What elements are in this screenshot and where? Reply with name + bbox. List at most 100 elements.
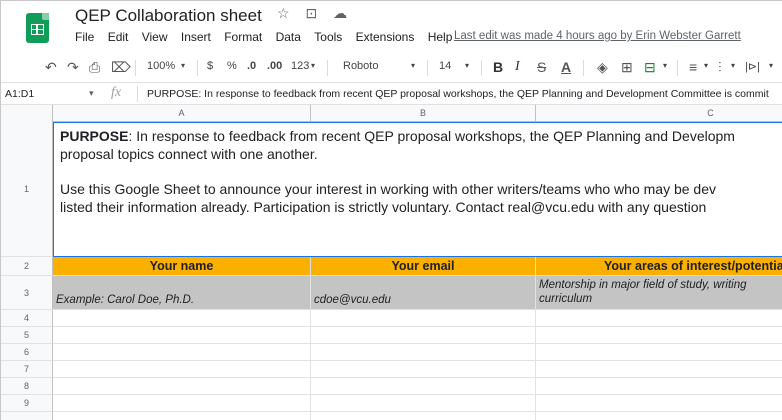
decrease-decimal-button[interactable]: .0 [247, 60, 256, 72]
menu-data[interactable]: Data [276, 30, 301, 44]
menu-insert[interactable]: Insert [181, 30, 211, 44]
name-box[interactable]: A1:D1 [5, 88, 34, 100]
borders-icon[interactable]: ⊞ [621, 59, 633, 76]
cloud-status-icon[interactable]: ☁ [333, 5, 347, 22]
example-cell-email[interactable]: cdoe@vcu.edu [311, 276, 536, 310]
empty-cell[interactable] [311, 344, 536, 361]
menu-edit[interactable]: Edit [108, 30, 129, 44]
row-header-4[interactable]: 4 [1, 310, 53, 327]
redo-icon[interactable]: ↷ [67, 59, 79, 76]
header-cell-email[interactable]: Your email [311, 257, 536, 276]
fill-color-icon[interactable]: ◈ [597, 59, 608, 76]
text-wrapping-icon[interactable]: |⊳| [745, 60, 760, 73]
example-cell-name[interactable]: Example: Carol Doe, Ph.D. [53, 276, 311, 310]
font-family-dropdown-icon[interactable]: ▾ [411, 61, 415, 70]
name-box-dropdown-icon[interactable]: ▾ [89, 88, 94, 99]
menu-view[interactable]: View [142, 30, 168, 44]
menu-extensions[interactable]: Extensions [356, 30, 415, 44]
menu-bar: File Edit View Insert Format Data Tools … [75, 30, 462, 44]
menu-help[interactable]: Help [428, 30, 453, 44]
empty-cell[interactable] [536, 378, 782, 395]
row-header-10[interactable] [1, 412, 53, 420]
example-areas-line-1: Mentorship in major field of study, writ… [539, 279, 747, 291]
empty-cell[interactable] [311, 327, 536, 344]
document-title[interactable]: QEP Collaboration sheet [75, 6, 262, 26]
column-header-c[interactable]: C [536, 105, 782, 122]
empty-cell[interactable] [53, 310, 311, 327]
empty-cell[interactable] [53, 378, 311, 395]
empty-cell[interactable] [53, 412, 311, 420]
merge-dropdown-icon[interactable]: ▾ [663, 61, 667, 70]
italic-button[interactable]: I [515, 59, 520, 75]
empty-cell[interactable] [53, 327, 311, 344]
column-header-a[interactable]: A [53, 105, 311, 122]
empty-cell[interactable] [536, 412, 782, 420]
menu-file[interactable]: File [75, 30, 94, 44]
row-header-2[interactable]: 2 [1, 257, 53, 276]
empty-cell[interactable] [536, 344, 782, 361]
paint-format-icon[interactable]: ⌦ [111, 59, 131, 76]
number-format-dropdown-icon[interactable]: ▾ [311, 61, 315, 70]
example-areas-line-2: curriculum [539, 293, 593, 305]
last-edit-link[interactable]: Last edit was made 4 hours ago by Erin W… [454, 30, 741, 42]
move-to-folder-icon[interactable]: ⊡ [305, 5, 317, 22]
font-size-select[interactable]: 14 [439, 60, 451, 72]
sheets-logo-icon[interactable] [26, 13, 49, 43]
star-icon[interactable]: ☆ [277, 5, 290, 22]
vertical-align-dropdown-icon[interactable]: ▾ [731, 61, 735, 70]
vertical-align-icon[interactable]: ⫶ [718, 59, 722, 76]
empty-cell[interactable] [53, 344, 311, 361]
title-actions: ☆ ⊡ ☁ [277, 5, 359, 22]
empty-cell[interactable] [536, 310, 782, 327]
sheets-window: QEP Collaboration sheet ☆ ⊡ ☁ File Edit … [0, 0, 782, 420]
empty-cell[interactable] [536, 361, 782, 378]
horizontal-align-dropdown-icon[interactable]: ▾ [704, 61, 708, 70]
currency-format-button[interactable]: $ [207, 60, 213, 72]
row-header-5[interactable]: 5 [1, 327, 53, 344]
print-icon[interactable]: ⎙ [89, 59, 100, 76]
increase-decimal-button[interactable]: .00 [267, 60, 282, 72]
example-cell-areas[interactable]: Mentorship in major field of study, writ… [536, 276, 782, 310]
row-header-3[interactable]: 3 [1, 276, 53, 310]
select-all-corner[interactable] [1, 105, 53, 122]
empty-cell[interactable] [311, 395, 536, 412]
empty-cell[interactable] [536, 395, 782, 412]
number-format-button[interactable]: 123 [291, 60, 309, 72]
formula-input[interactable]: PURPOSE: In response to feedback from re… [147, 88, 769, 100]
header-cell-areas[interactable]: Your areas of interest/potential Q [536, 257, 782, 276]
row-header-7[interactable]: 7 [1, 361, 53, 378]
empty-cell[interactable] [53, 361, 311, 378]
horizontal-align-icon[interactable]: ≡ [689, 59, 697, 75]
purpose-line-2: proposal topics connect with one another… [60, 146, 318, 162]
undo-icon[interactable]: ↶ [45, 59, 57, 76]
row-header-8[interactable]: 8 [1, 378, 53, 395]
empty-cell[interactable] [311, 412, 536, 420]
column-header-row: A B C [1, 105, 782, 122]
zoom-dropdown-icon[interactable]: ▾ [181, 61, 185, 70]
empty-cell[interactable] [311, 378, 536, 395]
zoom-select[interactable]: 100% [147, 60, 175, 72]
text-wrapping-dropdown-icon[interactable]: ▾ [769, 61, 773, 70]
bold-button[interactable]: B [493, 59, 503, 75]
empty-cell[interactable] [311, 310, 536, 327]
font-family-select[interactable]: Roboto [343, 60, 378, 72]
empty-cell[interactable] [536, 327, 782, 344]
empty-cell[interactable] [311, 361, 536, 378]
spreadsheet-grid[interactable]: A B C 1 2 3 4 5 6 7 8 9 PURPOSE: In resp… [1, 105, 782, 420]
empty-cell[interactable] [53, 395, 311, 412]
row-header-1[interactable]: 1 [1, 122, 53, 257]
strikethrough-button[interactable]: S [537, 59, 546, 75]
merge-cells-icon[interactable]: ⊟ [644, 59, 656, 76]
row-header-6[interactable]: 6 [1, 344, 53, 361]
column-header-b[interactable]: B [311, 105, 536, 122]
text-color-button[interactable]: A [561, 59, 571, 75]
fx-icon: fx [111, 85, 122, 100]
header-cell-name[interactable]: Your name [53, 257, 311, 276]
purpose-cell[interactable]: PURPOSE: In response to feedback from re… [53, 122, 782, 257]
font-size-dropdown-icon[interactable]: ▾ [465, 61, 469, 70]
menu-format[interactable]: Format [224, 30, 262, 44]
purpose-line-3: Use this Google Sheet to announce your i… [60, 181, 716, 197]
menu-tools[interactable]: Tools [314, 30, 342, 44]
percent-format-button[interactable]: % [227, 60, 237, 72]
row-header-9[interactable]: 9 [1, 395, 53, 412]
